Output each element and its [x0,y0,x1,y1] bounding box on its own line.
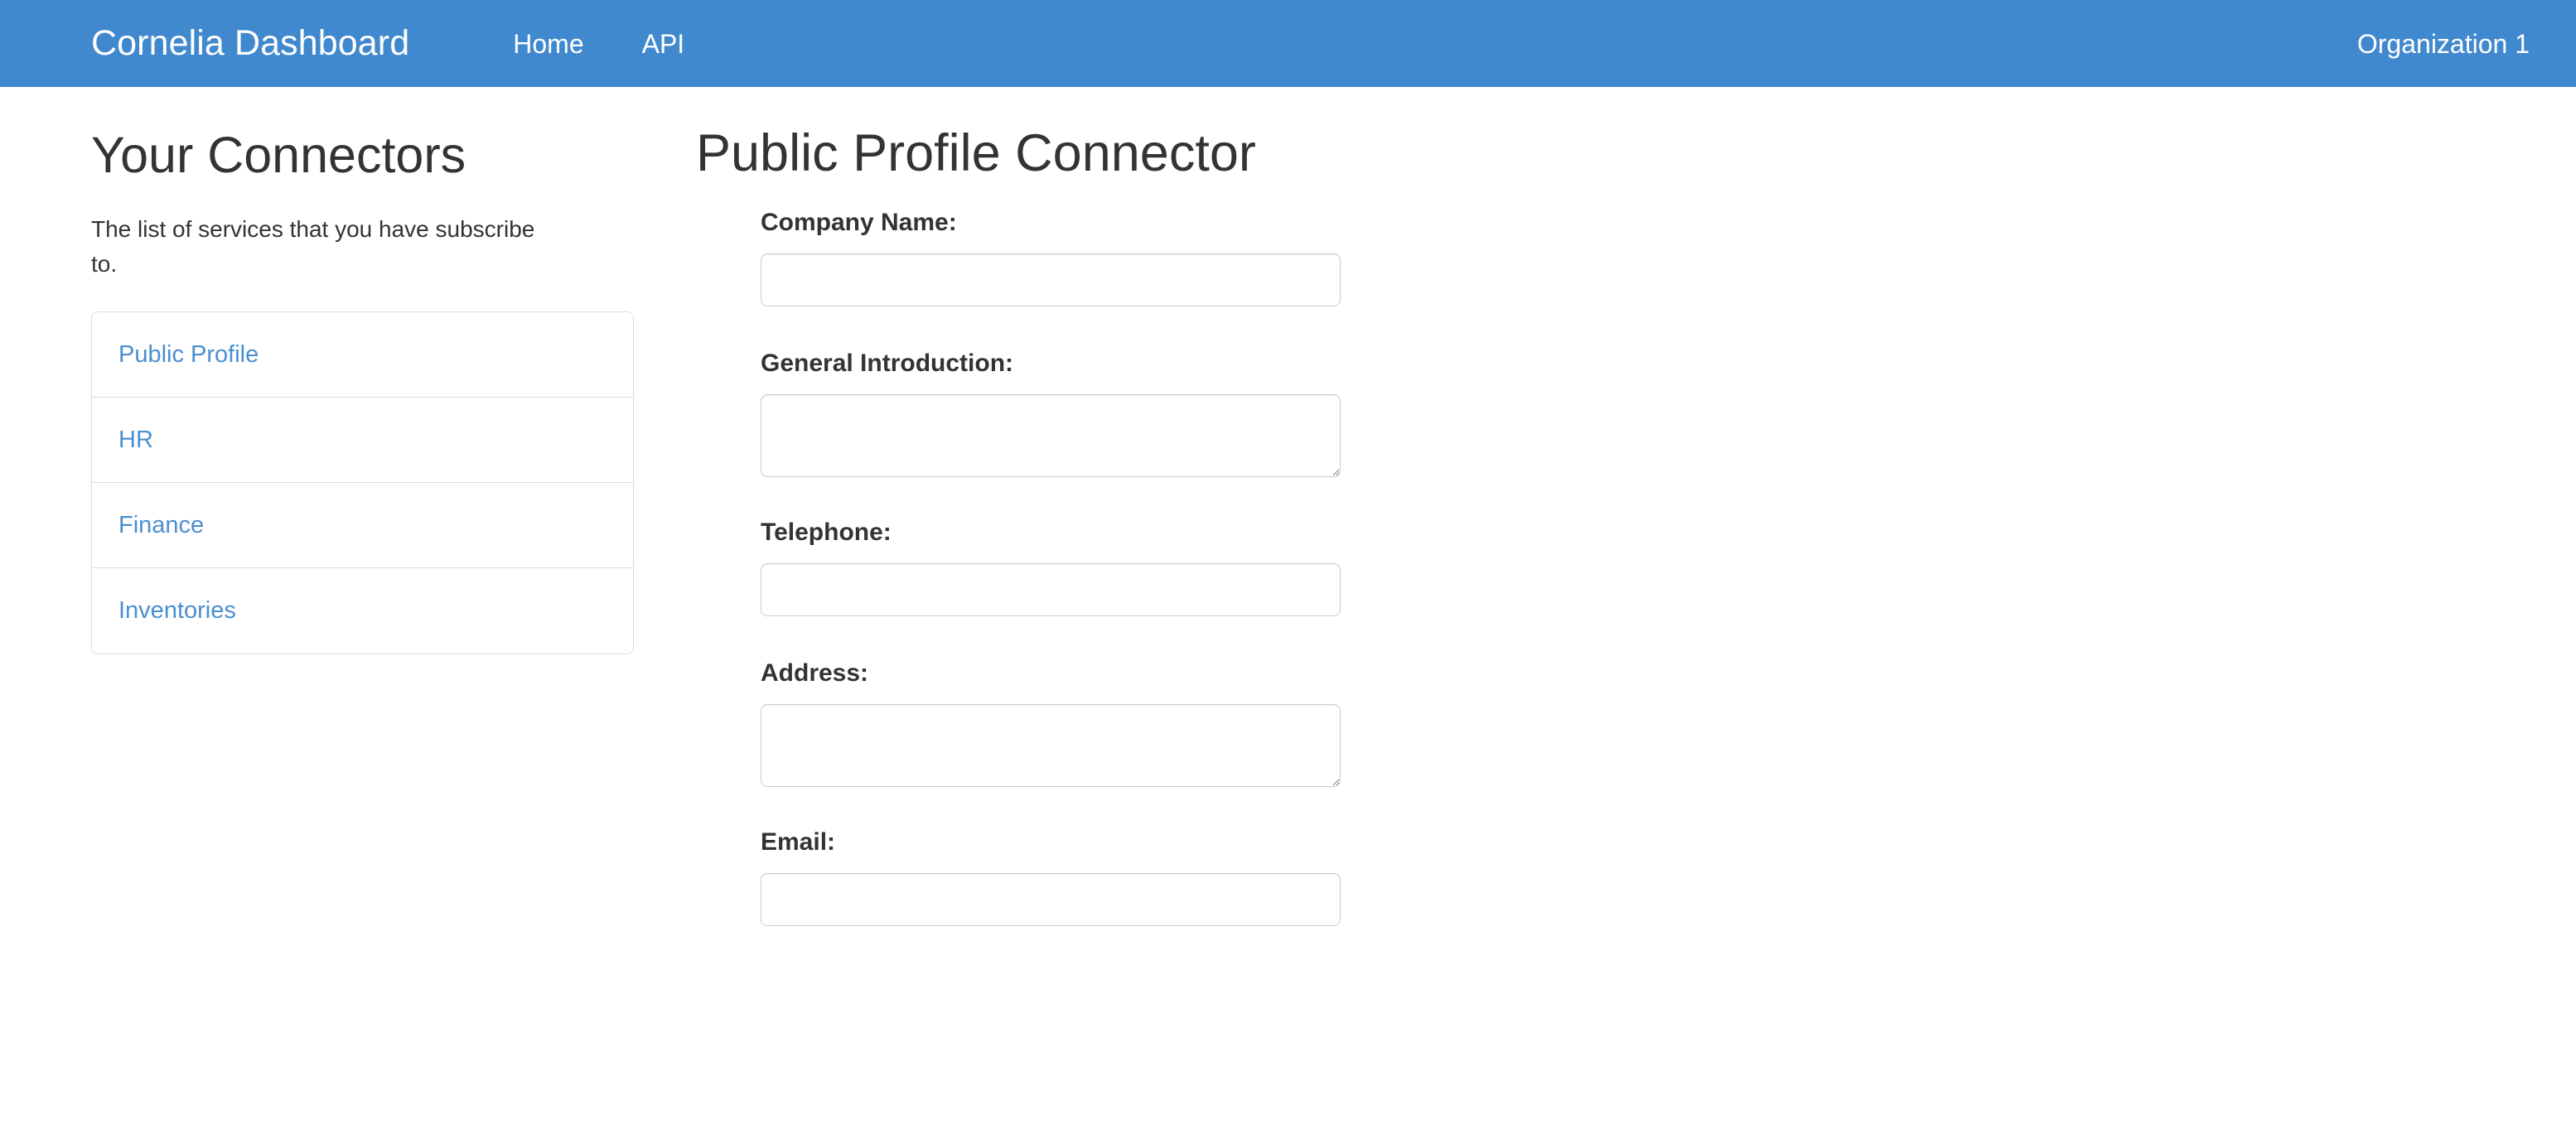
navbar-nav: Home API [484,31,713,57]
connectors-sidebar: Your Connectors The list of services tha… [91,87,638,655]
top-navbar: Cornelia Dashboard Home API Organization… [0,0,2576,87]
company-name-input[interactable] [761,253,1341,306]
list-item-inventories[interactable]: Inventories [92,568,633,654]
label-email: Email: [761,827,836,856]
field-group-address: Address: [761,659,2486,787]
sidebar-description: The list of services that you have subsc… [91,216,535,277]
page-container: Your Connectors The list of services tha… [0,87,2576,1129]
nav-link-organization[interactable]: Organization 1 [2357,31,2530,57]
label-telephone: Telephone: [761,518,892,546]
telephone-input[interactable] [761,562,1341,616]
list-item-public-profile[interactable]: Public Profile [92,312,633,398]
connectors-list: Public Profile HR Finance Inventories [91,311,634,655]
nav-link-api[interactable]: API [613,31,714,57]
navbar-right-section: Organization 1 [2357,31,2530,57]
general-introduction-textarea[interactable] [761,393,1341,477]
list-item-hr[interactable]: HR [92,398,633,484]
field-group-company-name: Company Name: [761,210,2486,306]
public-profile-form: Company Name: General Introduction: Tele… [761,210,2486,926]
navbar-brand[interactable]: Cornelia Dashboard [91,26,409,61]
list-item-finance[interactable]: Finance [92,483,633,569]
field-group-telephone: Telephone: [761,518,2486,616]
field-group-email: Email: [761,827,2486,926]
sidebar-heading: Your Connectors [91,127,466,183]
label-general-introduction: General Introduction: [761,349,1014,377]
nav-item-home: Home [484,31,612,57]
nav-item-api: API [613,31,714,57]
label-address: Address: [761,659,869,687]
page-title: Public Profile Connector [696,124,1256,182]
address-textarea[interactable] [761,703,1341,787]
connector-detail-panel: Public Profile Connector Company Name: G… [696,87,2486,926]
nav-link-home[interactable]: Home [484,31,612,57]
label-company-name: Company Name: [761,208,957,236]
email-input[interactable] [761,872,1341,926]
field-group-general-introduction: General Introduction: [761,349,2486,477]
